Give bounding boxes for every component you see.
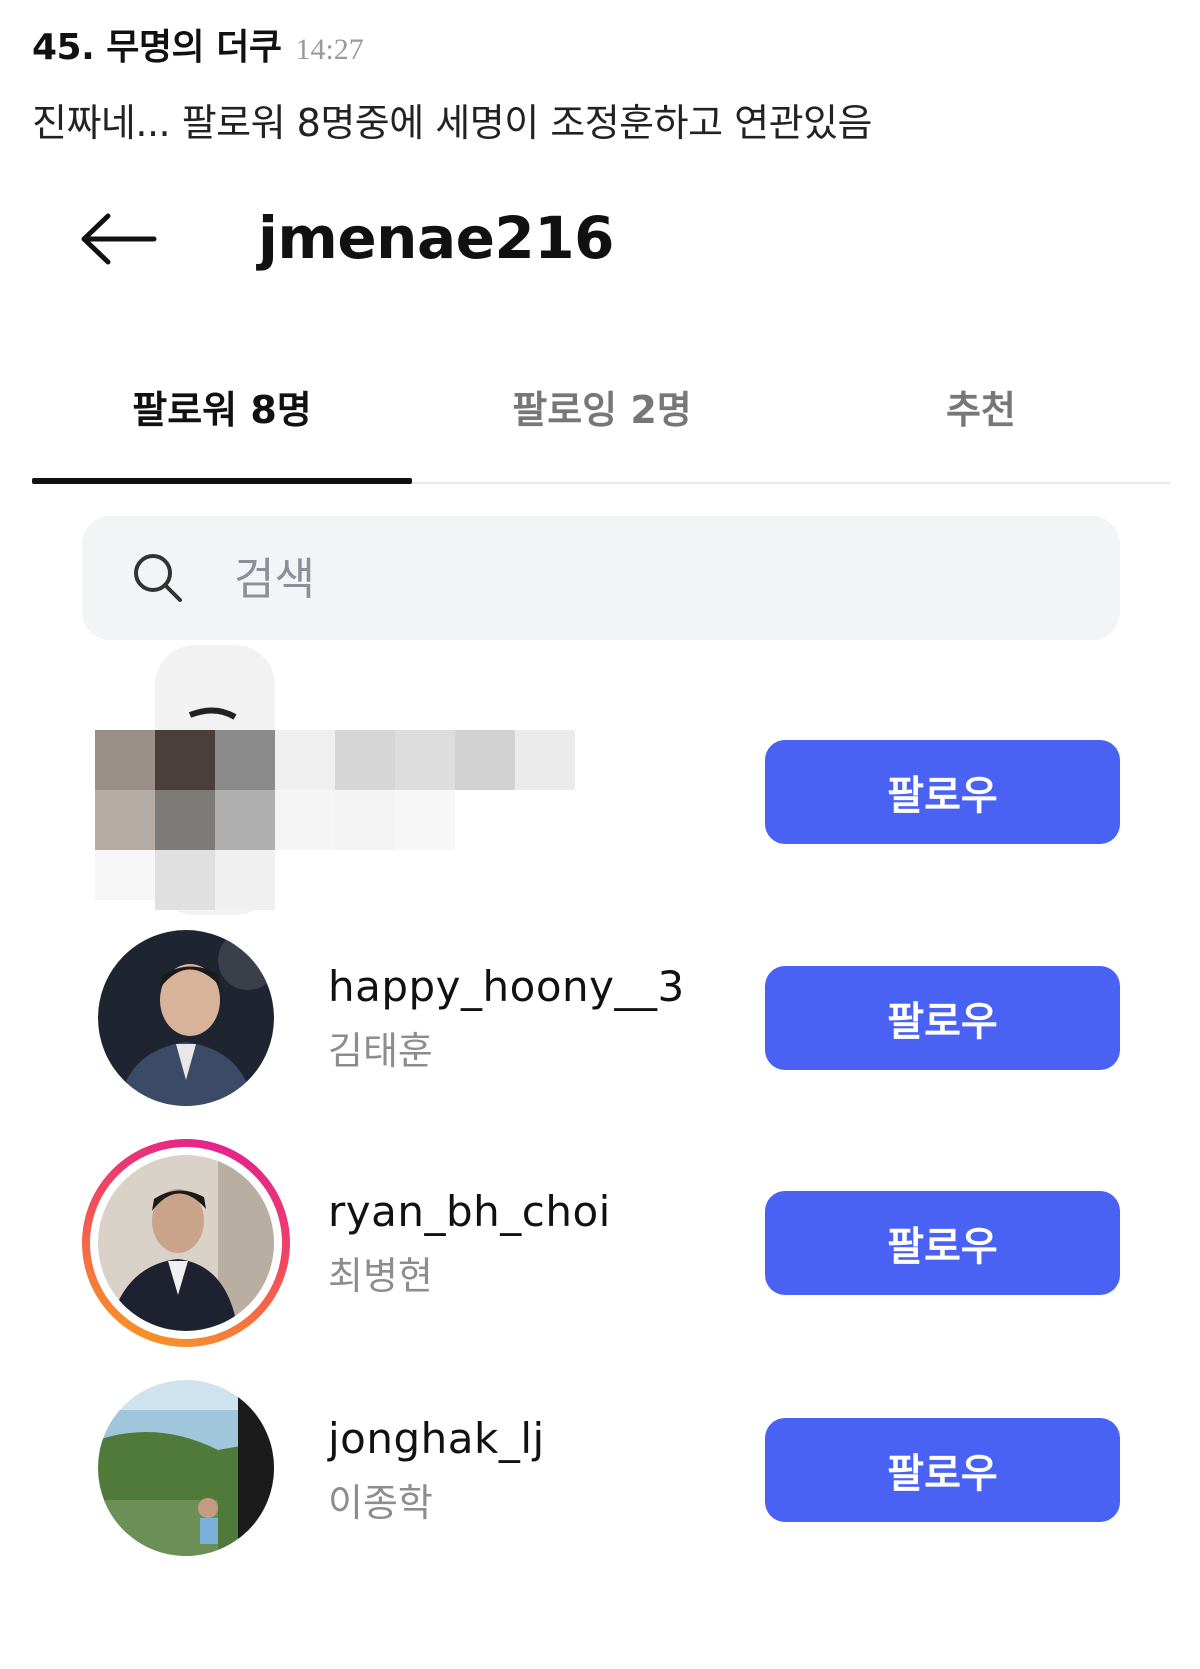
profile-username: jmenae216 [258,204,615,272]
comment-time: 14:27 [295,33,364,66]
follower-row: ryan_bh_choi 최병현 팔로우 [0,1139,1200,1347]
follower-fullname: 이종학 [328,1481,433,1525]
follower-row: jonghak_lj 이종학 팔로우 [0,1372,1200,1572]
search-input[interactable] [232,540,1056,618]
follow-button[interactable]: 팔로우 [765,740,1120,844]
avatar[interactable] [98,1380,274,1556]
follow-button[interactable]: 팔로우 [765,1191,1120,1295]
tab-followers[interactable]: 팔로워 8명 [32,370,412,450]
search-bar[interactable] [82,516,1120,640]
comment-header: 45. 무명의 더쿠 14:27 [32,18,364,70]
comment-text: 진짜네... 팔로워 8명중에 세명이 조정훈하고 연관있음 [32,101,872,145]
avatar-image [98,930,274,1106]
avatar-image [98,1380,274,1556]
follower-row: 팔로우 [0,640,1200,915]
story-ring[interactable] [82,1139,290,1347]
follower-fullname: 최병현 [328,1254,433,1298]
avatar[interactable] [98,930,274,1106]
arrow-left-icon [81,213,157,265]
follower-username[interactable]: happy_hoony__3 [328,962,685,1011]
tab-following[interactable]: 팔로잉 2명 [412,370,792,450]
follow-tabs: 팔로워 8명 팔로잉 2명 추천 [32,370,1170,486]
follower-username[interactable]: jonghak_lj [328,1414,545,1463]
comment-author[interactable]: 45. 무명의 더쿠 [32,18,282,70]
follower-username[interactable]: ryan_bh_choi [328,1187,611,1236]
back-button[interactable] [80,212,158,266]
follower-row: happy_hoony__3 김태훈 팔로우 [0,920,1200,1120]
search-icon [134,554,182,602]
avatar [98,1155,274,1331]
active-tab-indicator [32,478,412,484]
follow-button[interactable]: 팔로우 [765,1418,1120,1522]
tab-suggested[interactable]: 추천 [792,370,1170,450]
follow-button[interactable]: 팔로우 [765,966,1120,1070]
follower-fullname: 김태훈 [328,1029,433,1073]
redacted-user-image [95,645,575,915]
avatar-image [98,1155,274,1331]
